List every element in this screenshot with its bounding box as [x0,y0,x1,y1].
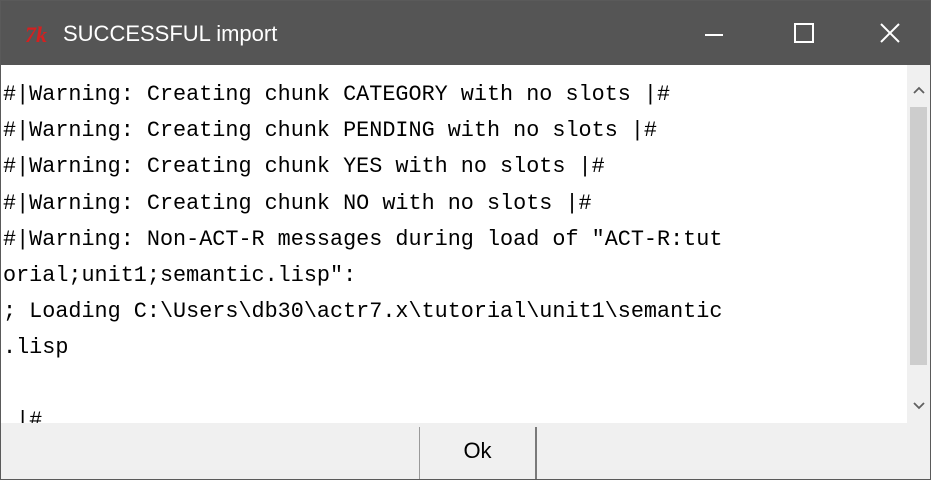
maximize-button[interactable] [759,1,849,65]
svg-text:7k: 7k [25,23,47,45]
scrollbar-thumb[interactable] [910,107,927,365]
tk-feather-icon: 7k [25,23,47,45]
output-text-area[interactable]: #|Warning: Creating chunk CATEGORY with … [1,65,907,423]
vertical-scrollbar[interactable] [907,65,930,423]
minimize-button[interactable] [669,1,759,65]
close-icon [879,23,900,43]
window-title: SUCCESSFUL import [63,21,278,46]
ok-button[interactable]: Ok [419,427,537,479]
dialog-window: 7k SUCCESSFUL import #|Warning: Creating… [0,0,931,480]
output-text: #|Warning: Creating chunk CATEGORY with … [3,82,723,423]
chevron-up-icon [912,86,925,94]
close-button[interactable] [849,1,930,65]
chevron-down-icon [912,402,925,410]
button-bar: Ok [1,423,930,479]
scroll-up-button[interactable] [907,79,930,101]
minimize-icon [705,34,723,36]
scroll-down-button[interactable] [907,395,930,417]
maximize-icon [794,23,814,43]
title-bar[interactable]: 7k SUCCESSFUL import [1,1,930,65]
